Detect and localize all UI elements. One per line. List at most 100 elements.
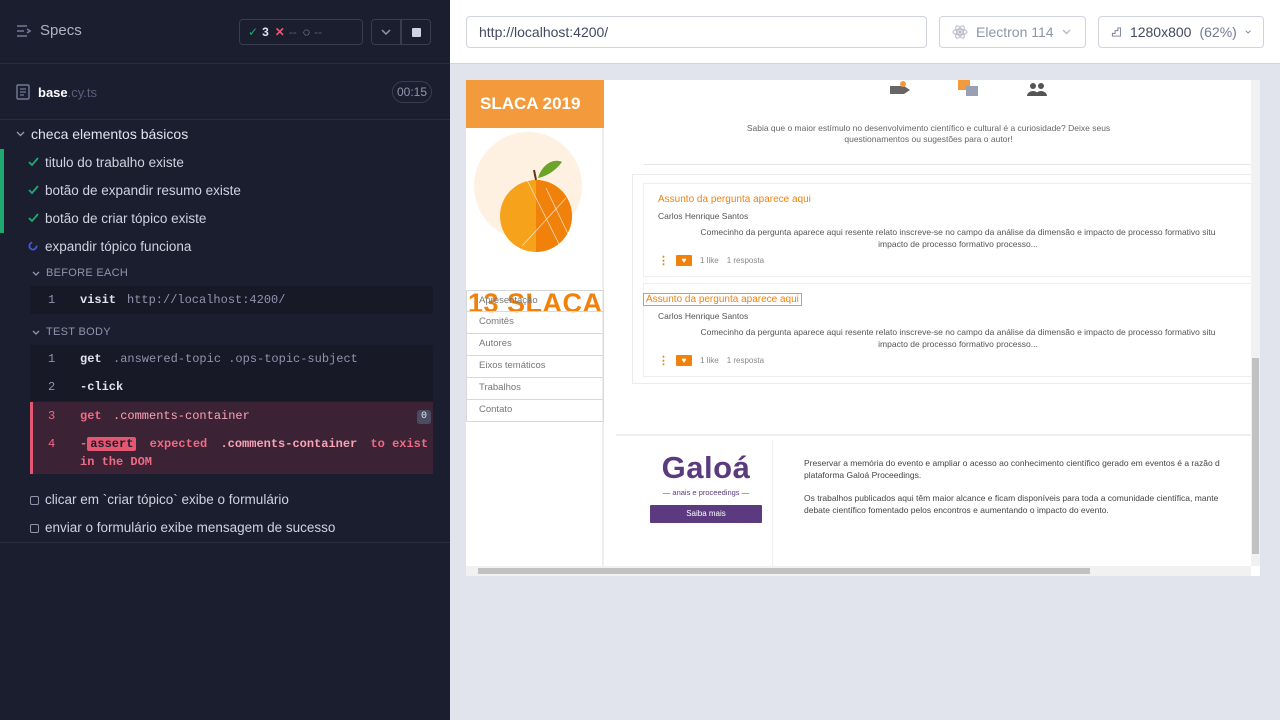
chevron-down-icon bbox=[32, 271, 40, 276]
command-number: 3 bbox=[48, 409, 56, 423]
before-each-hook[interactable]: BEFORE EACH bbox=[32, 267, 128, 279]
test-item-pending[interactable]: enviar o formulário exibe mensagem de su… bbox=[0, 514, 450, 542]
element-count-badge: 0 bbox=[417, 410, 431, 424]
command-row-failed[interactable]: 3 get .comments-container 0 bbox=[33, 402, 433, 430]
like-button[interactable]: ♥ bbox=[676, 355, 692, 366]
footer-paragraph: Preservar a memória do evento e ampliar … bbox=[804, 458, 1260, 481]
pending-checkbox-icon bbox=[30, 524, 39, 533]
viewport-select[interactable]: 1280x800 (62%) bbox=[1098, 16, 1264, 48]
command-name: visit bbox=[80, 293, 117, 307]
test-item[interactable]: botão de criar tópico existe bbox=[0, 205, 450, 233]
suite-label: checa elementos básicos bbox=[31, 126, 189, 142]
check-icon bbox=[28, 157, 39, 167]
pass-indicator bbox=[0, 177, 4, 205]
topic-subject[interactable]: Assunto da pergunta aparece aqui bbox=[658, 194, 811, 205]
app-under-test: SLACA 2019 13 SLACA Apresentação Comitês bbox=[466, 80, 1260, 576]
scrollbar-thumb[interactable] bbox=[478, 568, 1090, 574]
topic-body-line: Comecinho da pergunta aparece aqui resen… bbox=[700, 227, 1216, 237]
chevron-down-icon bbox=[1245, 30, 1251, 34]
footer-line: plataforma Galoá Proceedings. bbox=[804, 469, 922, 480]
command-row[interactable]: 1 visit http://localhost:4200/ bbox=[30, 286, 433, 314]
nav-item-contato[interactable]: Contato bbox=[466, 400, 604, 422]
command-row[interactable]: 2 -click bbox=[30, 373, 433, 401]
assert-row-failed[interactable]: 4 - assert expected .comments-container t… bbox=[33, 430, 433, 469]
document-icon bbox=[16, 84, 30, 100]
orange-logo-graphic bbox=[474, 132, 582, 259]
topic-subject-highlighted[interactable]: Assunto da pergunta aparece aqui bbox=[643, 293, 802, 306]
test-title: botão de expandir resumo existe bbox=[45, 183, 241, 198]
test-item[interactable]: titulo do trabalho existe bbox=[0, 149, 450, 177]
aut-panel: http://localhost:4200/ Electron 114 1280… bbox=[450, 0, 1280, 720]
galoa-brand: Galoá — anais e proceedings — Saiba mais bbox=[650, 450, 762, 523]
topic-body-line: impacto de processo formativo processo..… bbox=[878, 339, 1038, 349]
reply-count: 1 resposta bbox=[726, 256, 765, 265]
test-body-hook[interactable]: TEST BODY bbox=[32, 326, 111, 338]
vertical-scrollbar[interactable] bbox=[1251, 80, 1260, 566]
failed-count: -- bbox=[288, 25, 297, 39]
topic-body: Comecinho da pergunta aparece aqui resen… bbox=[658, 226, 1258, 250]
chevron-down-icon bbox=[32, 330, 40, 335]
assert-to-exist: to exist bbox=[370, 437, 429, 451]
footer-text: Preservar a memória do evento e ampliar … bbox=[804, 458, 1260, 528]
command-row[interactable]: 1 get .answered-topic .ops-topic-subject bbox=[30, 345, 433, 373]
spec-file[interactable]: base .cy.ts bbox=[16, 84, 97, 100]
assert-tag: assert bbox=[87, 437, 137, 451]
topic-card: Assunto da pergunta aparece aqui Carlos … bbox=[643, 183, 1253, 277]
stop-button[interactable] bbox=[401, 19, 431, 45]
browser-select[interactable]: Electron 114 bbox=[939, 16, 1086, 48]
command-number: 2 bbox=[48, 380, 56, 394]
more-options-icon[interactable]: ⋮ bbox=[658, 254, 669, 267]
footer-line: debate científico fomentado pelos encont… bbox=[804, 504, 1109, 515]
hook-label: BEFORE EACH bbox=[46, 267, 129, 279]
test-item[interactable]: botão de expandir resumo existe bbox=[0, 177, 450, 205]
expand-collapse-button[interactable] bbox=[371, 19, 401, 45]
pending-stat: ◌ -- bbox=[303, 25, 322, 39]
topic-author: Carlos Henrique Santos bbox=[658, 211, 749, 221]
test-item-running[interactable]: expandir tópico funciona bbox=[0, 233, 450, 261]
nav-item-autores[interactable]: Autores bbox=[466, 334, 604, 356]
test-title: enviar o formulário exibe mensagem de su… bbox=[45, 520, 336, 535]
galoa-subtitle-text: anais e proceedings bbox=[672, 488, 740, 497]
event-logo: 13 SLACA bbox=[466, 128, 604, 318]
topic-body-line: impacto de processo formativo processo..… bbox=[878, 239, 1038, 249]
topic-actions: ⋮ ♥ 1 like 1 resposta bbox=[658, 354, 764, 367]
nav-item-apresentacao[interactable]: Apresentação bbox=[466, 290, 604, 312]
suite-title[interactable]: checa elementos básicos bbox=[16, 126, 188, 142]
cypress-runner: Specs ✓ 3 ✕ -- ◌ -- base .cy.ts 00:15 ch… bbox=[0, 0, 1280, 720]
electron-icon bbox=[952, 25, 968, 39]
horizontal-scrollbar[interactable] bbox=[466, 566, 1251, 576]
viewport-size: 1280x800 bbox=[1129, 24, 1192, 40]
topic-card-answered: Assunto da pergunta aparece aqui Carlos … bbox=[643, 283, 1253, 377]
url-field[interactable]: http://localhost:4200/ bbox=[466, 16, 927, 48]
nav-item-comites[interactable]: Comitês bbox=[466, 312, 604, 334]
command-name: get bbox=[80, 409, 102, 423]
chevron-down-icon bbox=[381, 29, 391, 35]
command-name: -click bbox=[80, 380, 124, 394]
assert-selector: .comments-container bbox=[220, 437, 358, 451]
heart-icon: ♥ bbox=[681, 256, 687, 265]
test-item-pending[interactable]: clicar em `criar tópico` exibe o formulá… bbox=[0, 486, 450, 514]
spec-file-ext: .cy.ts bbox=[67, 84, 98, 100]
users-icon bbox=[1027, 83, 1047, 96]
assert-in-dom: in the DOM bbox=[80, 455, 153, 469]
pass-indicator bbox=[0, 205, 4, 233]
like-count: 1 like bbox=[700, 256, 719, 265]
specs-toggle[interactable]: Specs bbox=[16, 22, 82, 39]
viewport-scale: (62%) bbox=[1199, 24, 1237, 40]
like-button[interactable]: ♥ bbox=[676, 255, 692, 266]
scrollbar-thumb[interactable] bbox=[1252, 358, 1259, 554]
viewport-ruler-icon bbox=[1111, 27, 1122, 37]
more-options-icon[interactable]: ⋮ bbox=[658, 354, 669, 367]
pass-indicator bbox=[0, 149, 4, 177]
chevron-down-icon bbox=[16, 131, 25, 137]
saiba-mais-button[interactable]: Saiba mais bbox=[650, 505, 762, 523]
divider bbox=[0, 542, 450, 543]
note-line-2: questionamentos ou sugestões para o auto… bbox=[844, 134, 1013, 144]
command-number: 1 bbox=[48, 352, 56, 366]
nav-item-trabalhos[interactable]: Trabalhos bbox=[466, 378, 604, 400]
curiosity-note: Sabia que o maior estímulo no desenvolvi… bbox=[606, 123, 1251, 145]
browser-bar: http://localhost:4200/ Electron 114 1280… bbox=[450, 0, 1280, 64]
nav-item-eixos[interactable]: Eixos temáticos bbox=[466, 356, 604, 378]
topic-actions: ⋮ ♥ 1 like 1 resposta bbox=[658, 254, 764, 267]
footer-paragraph: Os trabalhos publicados aqui têm maior a… bbox=[804, 493, 1260, 516]
